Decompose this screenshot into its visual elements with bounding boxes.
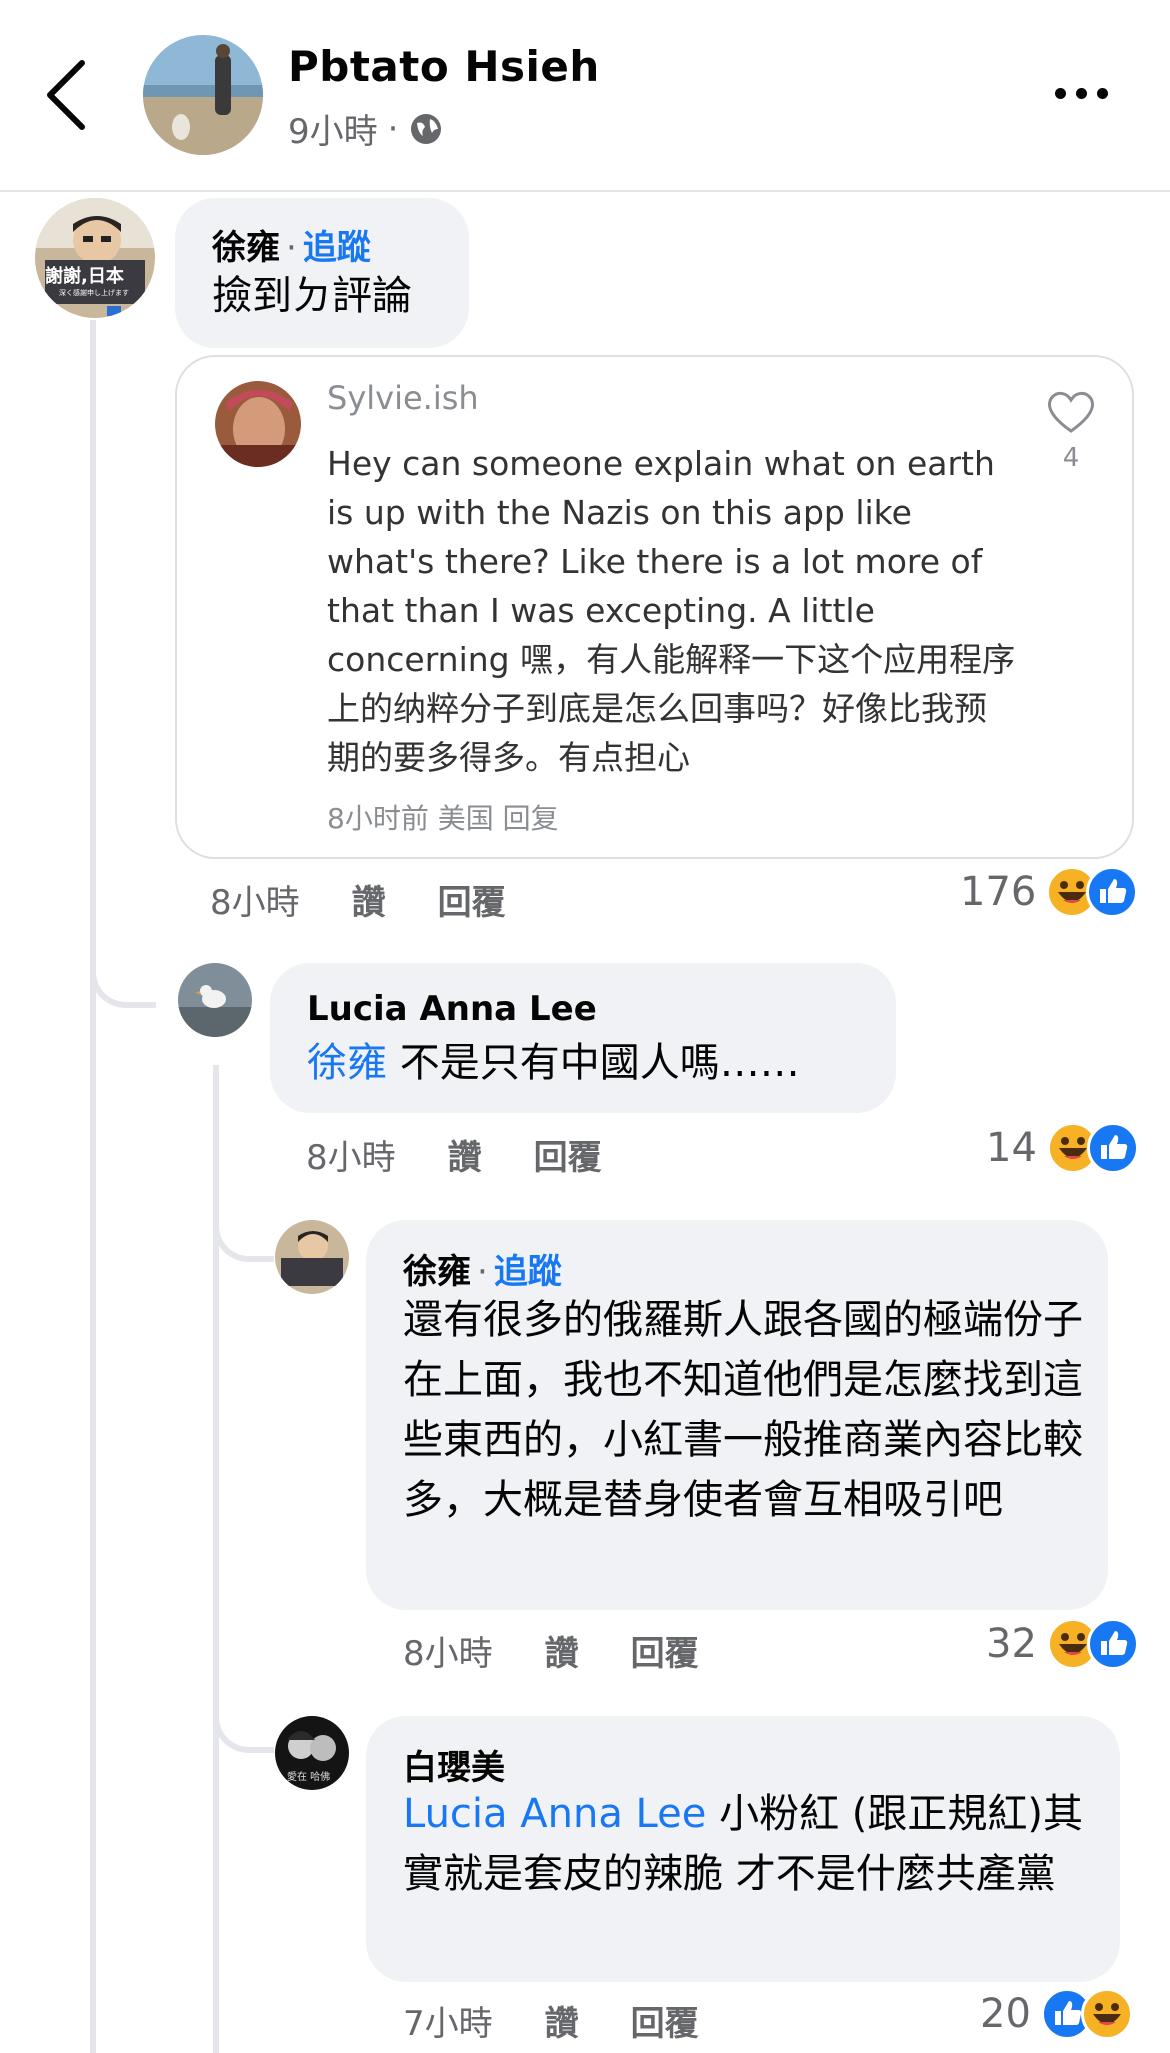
follow-link[interactable]: 追蹤 xyxy=(494,1252,562,1292)
like-action[interactable]: 讚 xyxy=(352,875,386,924)
comment-author-line: 徐雍 · 追蹤 xyxy=(212,220,371,269)
reply-text: 徐雍 不是只有中國人嗎…… xyxy=(307,1033,800,1093)
reply-body: 不是只有中國人嗎…… xyxy=(387,1040,800,1086)
dot-separator: · xyxy=(477,1252,488,1292)
embedded-avatar xyxy=(215,381,301,467)
reply-author[interactable]: 白瓔美 xyxy=(403,1740,505,1789)
comment-text: 撿到ㄉ評論 xyxy=(212,273,412,319)
reply-action[interactable]: 回覆 xyxy=(631,1626,699,1675)
thread-connector xyxy=(213,1665,274,1753)
follow-link[interactable]: 追蹤 xyxy=(303,228,371,268)
comment-actions: 8小時 讚 回覆 xyxy=(210,875,506,924)
comment-bubble: 徐雍 · 追蹤 撿到ㄉ評論 xyxy=(175,198,469,348)
heart-icon xyxy=(1048,391,1094,433)
poster-name[interactable]: Pbtato Hsieh xyxy=(288,42,600,91)
haha-reaction-icon xyxy=(1080,1988,1133,2040)
reply-action[interactable]: 回覆 xyxy=(534,1130,602,1179)
avatar-sign-text: 謝謝,日本 xyxy=(45,266,124,287)
reply-action[interactable]: 回覆 xyxy=(631,1996,699,2045)
commenter-avatar[interactable]: 愛在 哈佛 xyxy=(275,1716,349,1790)
avatar-caption: 愛在 哈佛 xyxy=(287,1772,331,1783)
reaction-count: 32 xyxy=(986,1621,1037,1667)
embedded-screenshot: Sylvie.ish Hey can someone explain what … xyxy=(175,355,1134,859)
reply-bubble: Lucia Anna Lee 徐雍 不是只有中國人嗎…… xyxy=(270,963,896,1113)
commenter-avatar[interactable]: 謝謝,日本 深く感謝申し上げます xyxy=(35,198,155,318)
reply-time: 8小時 xyxy=(403,1634,493,1674)
comment-author[interactable]: 徐雍 xyxy=(212,228,280,268)
commenter-avatar[interactable] xyxy=(275,1220,349,1294)
mention-link[interactable]: 徐雍 xyxy=(307,1040,387,1086)
reaction-count: 14 xyxy=(986,1125,1037,1171)
globe-icon xyxy=(411,113,442,144)
thread-connector xyxy=(213,1180,274,1262)
poster-avatar[interactable] xyxy=(143,35,263,155)
reaction-summary[interactable]: 176 xyxy=(960,866,1139,918)
post-time: 9小時 xyxy=(288,112,378,152)
commenter-avatar[interactable] xyxy=(178,963,252,1037)
embedded-like: 4 xyxy=(1046,389,1096,473)
reply-time: 7小時 xyxy=(403,2004,493,2044)
like-action[interactable]: 讚 xyxy=(448,1130,482,1179)
dot-separator: · xyxy=(286,228,297,268)
reply-actions: 8小時 讚 回覆 xyxy=(306,1130,602,1179)
embedded-like-count: 4 xyxy=(1062,443,1080,473)
like-reaction-icon xyxy=(1086,866,1139,918)
reaction-summary[interactable]: 20 xyxy=(980,1988,1133,2040)
back-arrow-icon[interactable] xyxy=(40,55,100,135)
reply-actions: 8小時 讚 回覆 xyxy=(403,1626,699,1675)
comment-time: 8小時 xyxy=(210,883,300,923)
post-meta: 9小時 · xyxy=(288,104,444,153)
embedded-text: Hey can someone explain what on earth is… xyxy=(327,444,1016,777)
thread-connector xyxy=(90,920,156,1008)
post-header: Pbtato Hsieh 9小時 · xyxy=(0,0,1170,192)
like-reaction-icon xyxy=(1086,1122,1139,1174)
reply-bubble: 白瓔美 Lucia Anna Lee 小粉紅 (跟正規紅)其實就是套皮的辣脆 才… xyxy=(366,1716,1120,1982)
reply-bubble: 徐雍 · 追蹤 還有很多的俄羅斯人跟各國的極端份子在上面，我也不知道他們是怎麼找到這… xyxy=(366,1220,1108,1610)
reply-text: Lucia Anna Lee 小粉紅 (跟正規紅)其實就是套皮的辣脆 才不是什麼… xyxy=(403,1784,1107,1904)
reaction-count: 176 xyxy=(960,869,1037,915)
embedded-footer: 8小时前 美国 回复 xyxy=(327,802,559,835)
reply-text: 還有很多的俄羅斯人跟各國的極端份子在上面，我也不知道他們是怎麼找到這些東西的，小… xyxy=(403,1297,1083,1523)
reply-author[interactable]: 徐雍 xyxy=(403,1252,471,1292)
reply-action[interactable]: 回覆 xyxy=(438,875,506,924)
reply-author[interactable]: Lucia Anna Lee xyxy=(307,989,597,1029)
avatar-sign-subtext: 深く感謝申し上げます xyxy=(59,289,129,297)
reaction-count: 20 xyxy=(980,1991,1031,2037)
embedded-author: Sylvie.ish xyxy=(327,379,479,417)
like-action[interactable]: 讚 xyxy=(545,1996,579,2045)
meta-separator: · xyxy=(387,108,399,149)
reaction-summary[interactable]: 14 xyxy=(986,1122,1139,1174)
like-reaction-icon xyxy=(1086,1618,1139,1670)
reaction-summary[interactable]: 32 xyxy=(986,1618,1139,1670)
more-options-icon[interactable] xyxy=(1055,78,1125,108)
like-action[interactable]: 讚 xyxy=(545,1626,579,1675)
reply-actions: 7小時 讚 回覆 xyxy=(403,1996,699,2045)
mention-link[interactable]: Lucia Anna Lee xyxy=(403,1791,706,1837)
thread-line-main xyxy=(90,320,96,2053)
reply-author-line: 徐雍 · 追蹤 xyxy=(403,1244,562,1293)
reply-time: 8小時 xyxy=(306,1138,396,1178)
